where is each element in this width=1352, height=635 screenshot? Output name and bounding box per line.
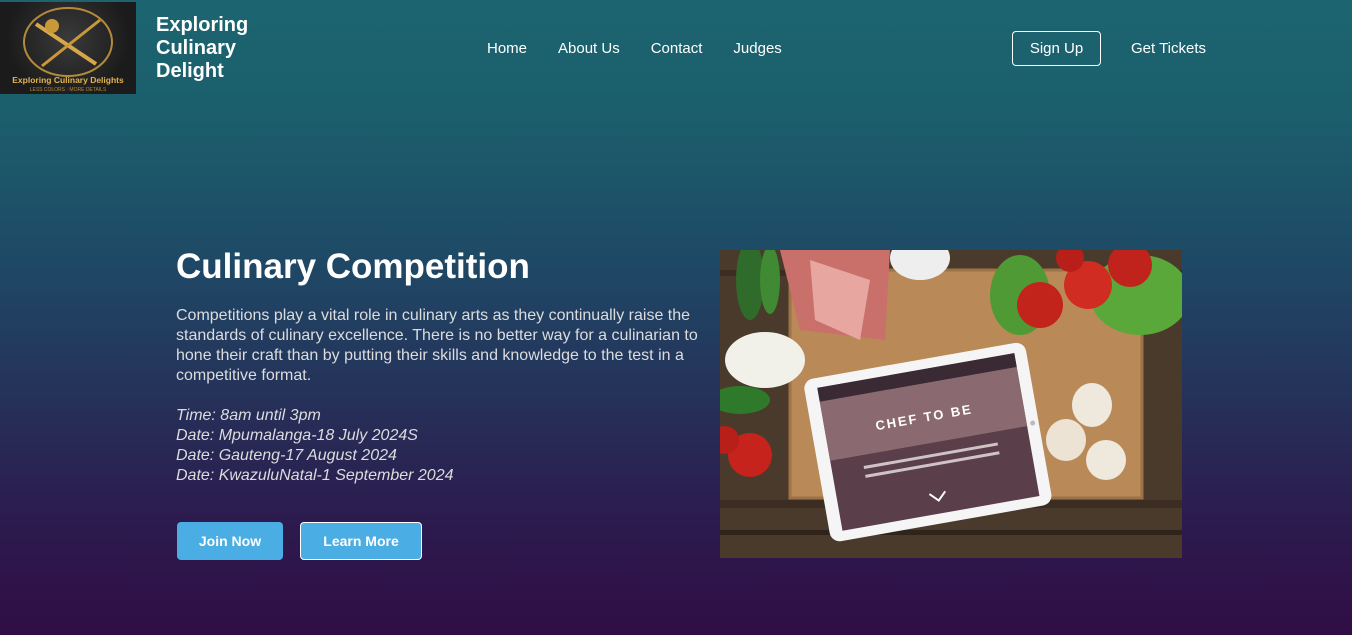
event-date: Date: Gauteng-17 August 2024 [176,447,397,464]
nav-judges[interactable]: Judges [733,40,781,57]
brand-line: Delight [156,60,224,82]
event-details: Time: 8am until 3pm Date: Mpumalanga-18 … [176,406,454,486]
get-tickets-link[interactable]: Get Tickets [1131,40,1206,57]
nav-home[interactable]: Home [487,40,527,57]
logo-subtext: LESS COLORS · MORE DETAILS [30,87,107,93]
join-now-button[interactable]: Join Now [177,522,283,560]
nav-about-us[interactable]: About Us [558,40,620,57]
hero-title: Culinary Competition [176,247,530,286]
learn-more-button[interactable]: Learn More [300,522,422,560]
hero-description: Competitions play a vital role in culina… [176,307,698,384]
hero-image: CHEF TO BE [720,250,1182,558]
main-nav: Home About Us Contact Judges [487,40,782,57]
event-date: Date: Mpumalanga-18 July 2024S [176,427,418,444]
nav-contact[interactable]: Contact [651,40,703,57]
brand-line: Culinary [156,37,237,59]
brand-line: Exploring [156,14,249,36]
event-time: Time: 8am until 3pm [176,407,321,424]
logo-text: Exploring Culinary Delights [12,75,124,85]
site-logo[interactable]: Exploring Culinary Delights LESS COLORS … [0,2,136,94]
event-date: Date: KwazuluNatal-1 September 2024 [176,467,454,484]
sign-up-button[interactable]: Sign Up [1012,31,1101,66]
brand-name: Exploring Culinary Delight [156,14,266,83]
